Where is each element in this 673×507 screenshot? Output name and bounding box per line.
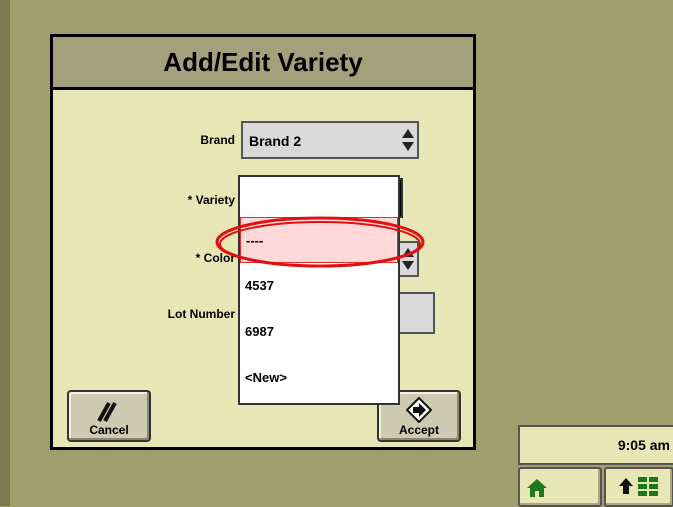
lot-number-label: Lot Number bbox=[167, 307, 235, 321]
clock-time: 9:05 am bbox=[617, 437, 670, 453]
annotation-highlight-ellipse bbox=[215, 216, 425, 268]
variety-dropdown-list: ---- 4537 6987 <New> bbox=[238, 175, 400, 405]
menu-button[interactable] bbox=[604, 467, 673, 507]
up-down-arrows-icon[interactable] bbox=[401, 126, 415, 154]
dropdown-option-label: <New> bbox=[245, 369, 287, 385]
home-button[interactable] bbox=[518, 467, 602, 507]
clock-display: 9:05 am bbox=[518, 425, 673, 465]
dropdown-option-new[interactable]: <New> bbox=[240, 355, 398, 399]
dropdown-option-6987[interactable]: 6987 bbox=[240, 309, 398, 353]
left-edge-strip bbox=[0, 0, 10, 506]
lot-number-field[interactable] bbox=[397, 292, 435, 334]
dialog-title: Add/Edit Variety bbox=[53, 37, 473, 90]
accept-arrow-icon bbox=[406, 397, 432, 423]
up-arrow-menu-icon bbox=[619, 477, 658, 496]
brand-label: Brand bbox=[200, 133, 235, 147]
brand-select[interactable]: Brand 2 bbox=[241, 121, 419, 159]
accept-label: Accept bbox=[398, 423, 439, 437]
brand-value: Brand 2 bbox=[249, 133, 302, 149]
cancel-label: Cancel bbox=[89, 423, 129, 437]
home-icon bbox=[527, 479, 547, 497]
cancel-button[interactable]: Cancel bbox=[67, 390, 151, 442]
dropdown-option-label: 6987 bbox=[245, 323, 274, 339]
cancel-icon bbox=[97, 402, 117, 422]
variety-label: * Variety bbox=[187, 193, 235, 207]
dropdown-option-label: 4537 bbox=[245, 277, 274, 293]
